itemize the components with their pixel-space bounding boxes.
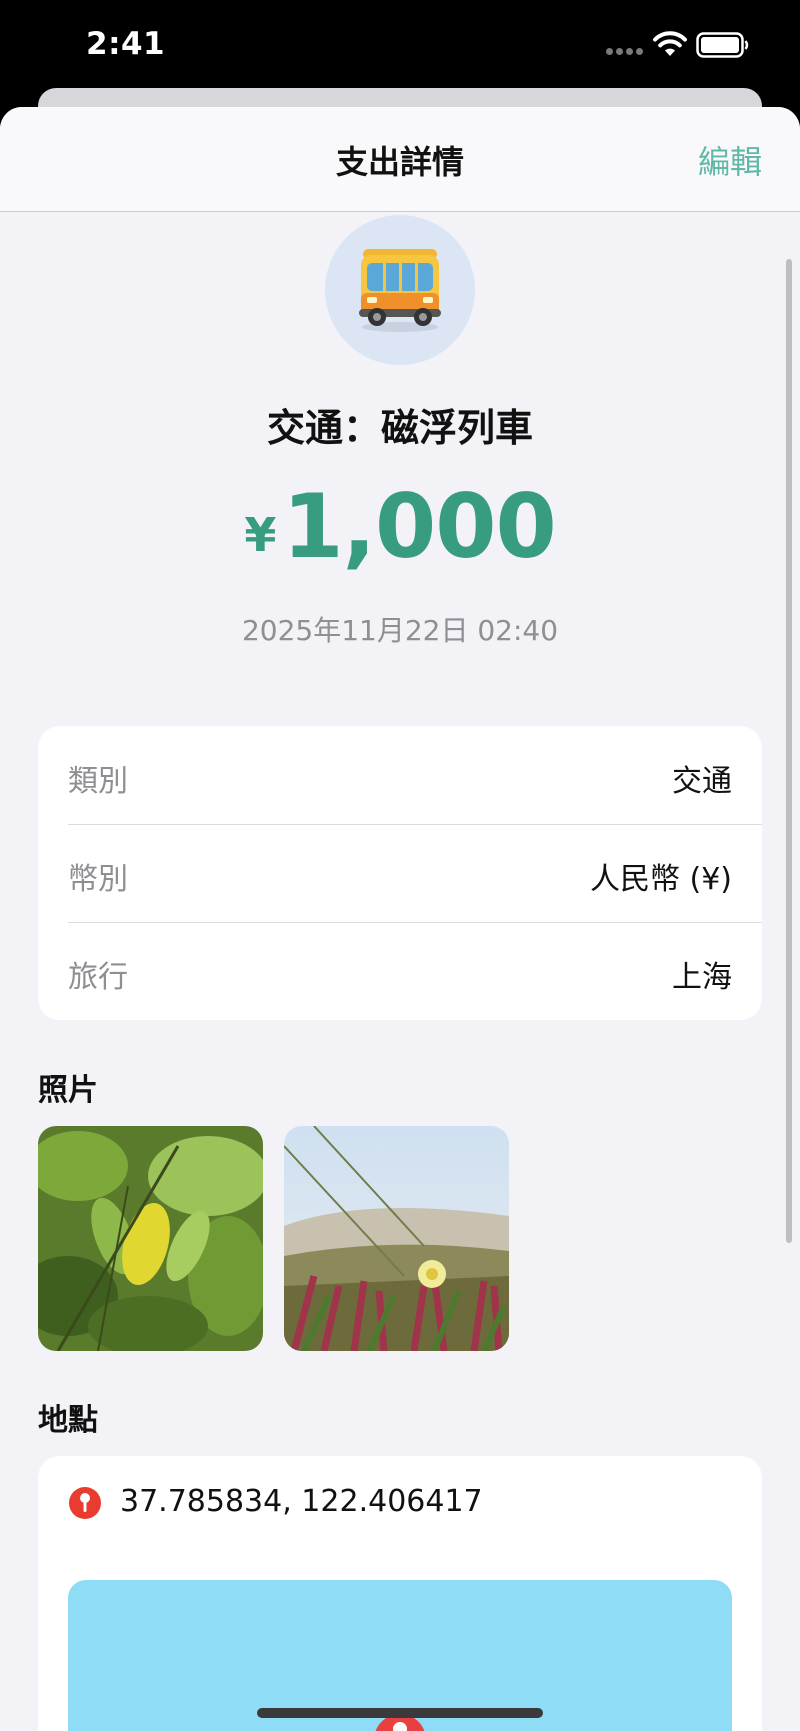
- detail-value: 上海: [672, 960, 732, 995]
- bus-icon: [359, 249, 441, 332]
- location-coordinates: 37.785834, 122.406417: [120, 1484, 483, 1519]
- home-indicator[interactable]: [257, 1708, 543, 1718]
- status-time: 2:41: [86, 26, 166, 62]
- photo-thumbnail[interactable]: [38, 1126, 263, 1351]
- photo-thumbnail[interactable]: [284, 1126, 509, 1351]
- wifi-icon: [653, 31, 687, 56]
- location-card: 37.785834, 122.406417: [38, 1456, 762, 1731]
- detail-value: 人民幣 (¥): [589, 862, 732, 897]
- detail-label: 類別: [68, 764, 128, 799]
- detail-row-category: 類別 交通: [68, 726, 732, 824]
- location-pin-icon: [69, 1487, 101, 1519]
- currency-symbol: ¥: [244, 508, 277, 562]
- amount-value: 1,000: [282, 475, 556, 578]
- expense-title: 交通：磁浮列車: [266, 406, 533, 450]
- cellular-signal-icon: [606, 48, 644, 56]
- edit-button[interactable]: 編輯: [698, 137, 762, 183]
- details-card: 類別 交通 幣別 人民幣 (¥) 旅行 上海: [38, 726, 762, 1020]
- status-bar: 2:41: [0, 0, 800, 90]
- page-title: 支出詳情: [335, 143, 464, 181]
- detail-row-currency: 幣別 人民幣 (¥): [68, 824, 732, 922]
- expense-amount: ¥1,000: [0, 475, 800, 578]
- navigation-bar: 支出詳情 編輯: [0, 107, 800, 212]
- category-icon-badge: [325, 215, 475, 365]
- photos-section-header: 照片: [38, 1073, 98, 1108]
- expense-detail-sheet: 支出詳情 編輯 交通：磁浮列車 ¥1,000 2025年11月22日 02:40: [0, 107, 800, 1731]
- location-section-header: 地點: [38, 1403, 98, 1438]
- detail-value: 交通: [672, 764, 732, 799]
- battery-icon: [696, 32, 749, 58]
- detail-row-trip: 旅行 上海: [68, 922, 732, 1020]
- detail-label: 幣別: [68, 862, 128, 897]
- detail-label: 旅行: [68, 960, 128, 995]
- expense-date: 2025年11月22日 02:40: [241, 614, 559, 647]
